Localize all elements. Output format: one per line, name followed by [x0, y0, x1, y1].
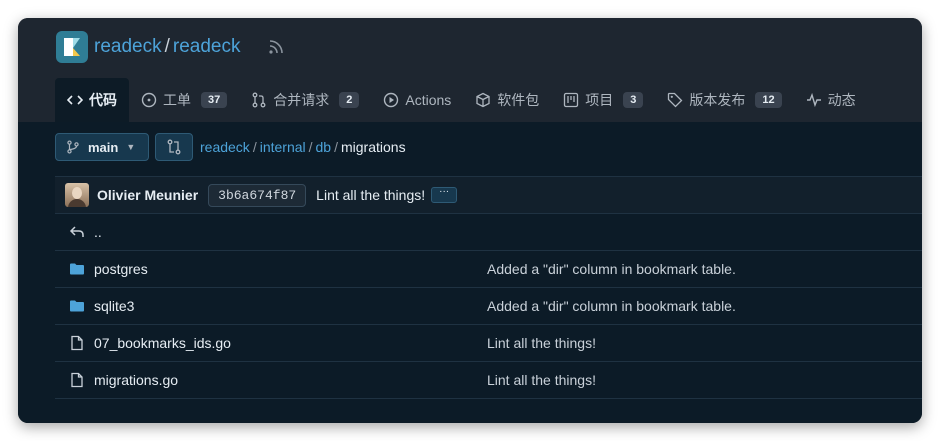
avatar[interactable]	[65, 183, 89, 207]
readeck-logo-icon[interactable]	[56, 31, 88, 63]
back-arrow-icon	[69, 226, 84, 237]
breadcrumb-separator: /	[334, 139, 338, 155]
file-icon	[71, 372, 83, 388]
file-commit-message[interactable]: Added a "dir" column in bookmark table.	[487, 298, 736, 314]
project-icon	[564, 92, 579, 108]
code-icon	[67, 95, 83, 105]
chevron-down-icon: ▼	[126, 142, 136, 152]
breadcrumb-link-db[interactable]: db	[316, 139, 332, 155]
tab-label: Actions	[405, 92, 452, 108]
file-table: Olivier Meunier 3b6a674f87 Lint all the …	[55, 176, 922, 417]
package-icon	[476, 92, 490, 108]
project-count-badge: 3	[623, 92, 644, 108]
tab-activity[interactable]: 动态	[794, 78, 868, 122]
file-commit-message[interactable]: Lint all the things!	[487, 372, 596, 388]
commit-sha-button[interactable]: 3b6a674f87	[208, 183, 307, 207]
repo-content: main ▼ readeck / internal / db / migrations Ol…	[18, 122, 922, 423]
file-row[interactable]: 07_bookmarks_ids.go Lint all the things!	[55, 325, 922, 362]
tab-actions[interactable]: Actions	[371, 78, 463, 122]
tab-label: 软件包	[497, 92, 540, 108]
issue-icon	[141, 92, 157, 108]
latest-commit-row: Olivier Meunier 3b6a674f87 Lint all the …	[55, 177, 922, 214]
breadcrumb: readeck / internal / db / migrations	[200, 139, 406, 155]
tab-label: 版本发布	[689, 92, 746, 108]
file-name[interactable]: postgres	[94, 261, 148, 277]
file-row[interactable]: sqlite3 Added a "dir" column in bookmark…	[55, 288, 922, 325]
pulse-icon	[806, 92, 821, 108]
tab-label: 代码	[89, 92, 117, 108]
rss-icon[interactable]	[268, 39, 284, 55]
repo-tabs: 代码 工单 37 合并请求 2 Actions 软件包 项目 3 版本发布 12…	[55, 78, 868, 122]
pull-request-icon	[252, 92, 266, 108]
repo-separator: /	[164, 36, 170, 57]
tab-label: 工单	[163, 92, 191, 108]
file-name[interactable]: 07_bookmarks_ids.go	[94, 335, 231, 351]
parent-dir-label[interactable]: ..	[94, 224, 102, 240]
file-name[interactable]: migrations.go	[94, 372, 178, 388]
app-window: readeck / readeck 代码 工单 37 合并请求 2 Action…	[18, 18, 922, 423]
breadcrumb-link-internal[interactable]: internal	[260, 139, 306, 155]
file-row[interactable]: migrations.go Lint all the things!	[55, 362, 922, 399]
compare-button[interactable]	[155, 133, 193, 161]
repo-name-link[interactable]: readeck	[173, 36, 241, 57]
breadcrumb-current: migrations	[340, 139, 406, 155]
release-count-badge: 12	[755, 92, 782, 108]
tab-label: 合并请求	[273, 92, 330, 108]
commit-author[interactable]: Olivier Meunier	[97, 187, 198, 203]
file-commit-message[interactable]: Added a "dir" column in bookmark table.	[487, 261, 736, 277]
file-commit-message[interactable]: Lint all the things!	[487, 335, 596, 351]
commit-more-button[interactable]: ···	[431, 187, 458, 203]
commit-message[interactable]: Lint all the things!	[316, 187, 425, 203]
tab-issues[interactable]: 工单 37	[129, 78, 239, 122]
breadcrumb-link-readeck[interactable]: readeck	[200, 139, 250, 155]
tab-label: 项目	[585, 92, 614, 108]
branch-label: main	[88, 139, 119, 155]
parent-dir-row[interactable]: ..	[55, 214, 922, 251]
tab-packages[interactable]: 软件包	[463, 78, 551, 122]
breadcrumb-separator: /	[308, 139, 313, 155]
folder-icon	[70, 300, 84, 312]
pull-request-count-badge: 2	[339, 92, 360, 108]
branch-icon	[67, 140, 79, 154]
tab-releases[interactable]: 版本发布 12	[655, 78, 793, 122]
tag-icon	[668, 92, 683, 108]
play-icon	[384, 92, 399, 108]
file-icon	[71, 335, 83, 351]
tab-pull-requests[interactable]: 合并请求 2	[239, 78, 371, 122]
branch-selector-button[interactable]: main ▼	[55, 133, 149, 161]
repo-title: readeck / readeck	[94, 36, 241, 58]
issue-count-badge: 37	[201, 92, 228, 108]
tab-code[interactable]: 代码	[55, 78, 129, 122]
compare-icon	[167, 139, 181, 155]
repo-owner-link[interactable]: readeck	[94, 36, 162, 57]
folder-icon	[70, 263, 84, 275]
repo-header: readeck / readeck 代码 工单 37 合并请求 2 Action…	[18, 18, 922, 122]
file-name[interactable]: sqlite3	[94, 298, 134, 314]
tab-projects[interactable]: 项目 3	[551, 78, 655, 122]
tab-label: 动态	[827, 92, 856, 108]
breadcrumb-separator: /	[252, 139, 257, 155]
file-row[interactable]: postgres Added a "dir" column in bookmar…	[55, 251, 922, 288]
